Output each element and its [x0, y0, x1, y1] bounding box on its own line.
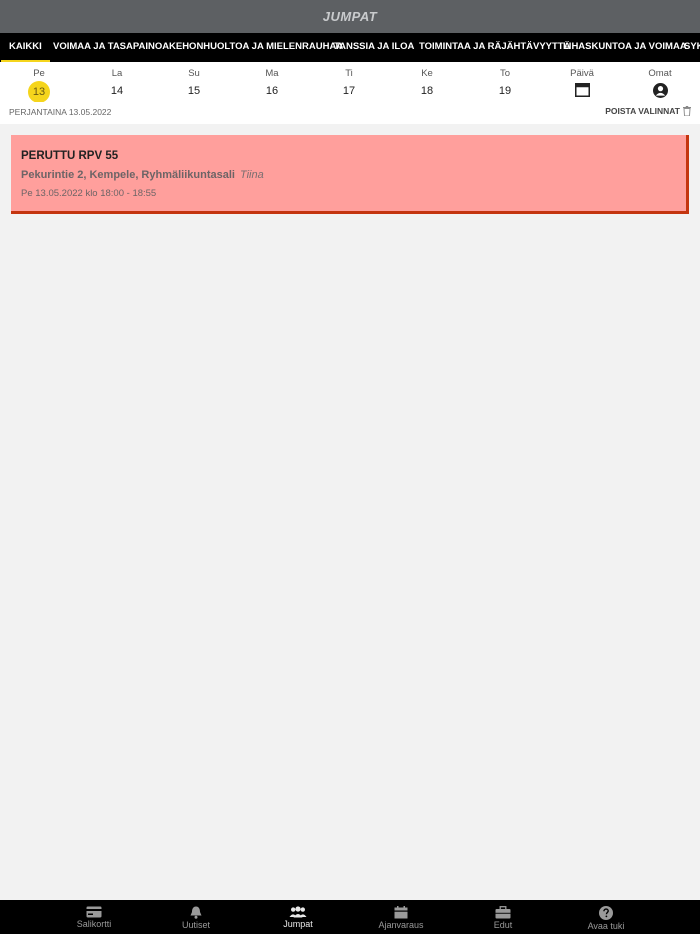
tab-kaikki[interactable]: KAIKKI [1, 33, 50, 62]
clear-selections-label: POISTA VALINNAT [605, 106, 680, 116]
tab-label: Uutiset [181, 920, 210, 930]
day-date: 18 [420, 85, 434, 97]
briefcase-icon [495, 906, 511, 919]
tab-salikortti[interactable]: Salikortti [49, 900, 139, 934]
class-title: PERUTTU RPV 55 [21, 150, 119, 162]
tab-voimaa-ja-tasapainoa[interactable]: VOIMAA JA TASAPAINOA [53, 33, 169, 62]
day-picker-label: Päivä [570, 68, 594, 79]
day-18[interactable]: Ke 18 [397, 62, 457, 102]
tab-kehonhuoltoa[interactable]: KEHONHUOLTOA JA MIELENRAUHAA [169, 33, 343, 62]
class-card[interactable]: PERUTTU RPV 55 Pekurintie 2, Kempele, Ry… [11, 135, 689, 214]
day-name: Ti [345, 68, 353, 79]
tab-label: Avaa tuki [587, 921, 625, 931]
selection-bar: PERJANTAINA 13.05.2022 POISTA VALINNAT [0, 102, 700, 124]
tab-ajanvaraus[interactable]: Ajanvaraus [356, 900, 446, 934]
tab-uutiset[interactable]: Uutiset [151, 900, 241, 934]
day-date: 19 [498, 85, 512, 97]
category-tabs: KAIKKI VOIMAA JA TASAPAINOA KEHONHUOLTOA… [0, 33, 700, 62]
tab-lihaskuntoa[interactable]: LIHASKUNTOA JA VOIMAA [563, 33, 687, 62]
class-location-text: Pekurintie 2, Kempele, Ryhmäliikuntasali [21, 169, 235, 181]
trash-icon [683, 106, 691, 116]
tab-tanssia-ja-iloa[interactable]: TANSSIA JA ILOA [334, 33, 414, 62]
day-date: 16 [265, 85, 279, 97]
day-15[interactable]: Su 15 [164, 62, 224, 102]
day-17[interactable]: Ti 17 [319, 62, 379, 102]
day-selector: Pe 13 La 14 Su 15 Ma 16 Ti 17 Ke 18 To 1… [0, 62, 700, 103]
day-name: Ke [421, 68, 433, 79]
day-name: La [111, 68, 123, 79]
tab-edut[interactable]: Edut [458, 900, 548, 934]
tab-label: Jumpat [283, 919, 313, 929]
day-date: 14 [110, 85, 124, 97]
day-name: Pe [33, 68, 45, 79]
calendar-icon [574, 83, 590, 97]
group-icon [289, 906, 307, 918]
tab-toimintaa[interactable]: TOIMINTAA JA RÄJÄHTÄVYYTTÄ [419, 33, 570, 62]
tab-jumpat[interactable]: Jumpat [253, 900, 343, 934]
tab-label: Edut [493, 920, 513, 930]
tab-syk[interactable]: SYK [684, 33, 700, 62]
user-icon [652, 83, 668, 98]
class-instructor: Tiina [239, 169, 264, 181]
tab-label: Ajanvaraus [378, 920, 424, 930]
day-14[interactable]: La 14 [87, 62, 147, 102]
day-name: To [499, 68, 511, 79]
clear-selections-button[interactable]: POISTA VALINNAT [605, 106, 691, 116]
title-bar: JUMPAT [0, 0, 700, 33]
day-date: 15 [187, 85, 201, 97]
card-icon [86, 906, 102, 918]
day-date: 17 [342, 85, 356, 97]
class-location: Pekurintie 2, Kempele, Ryhmäliikuntasali… [21, 169, 264, 181]
own-classes-button[interactable]: Omat [630, 62, 690, 102]
selected-date: PERJANTAINA 13.05.2022 [9, 107, 112, 117]
class-time: Pe 13.05.2022 klo 18:00 - 18:55 [21, 188, 157, 199]
page-title: JUMPAT [322, 9, 378, 24]
bottom-tab-bar: Salikortti Uutiset Jumpat Ajanvaraus Edu… [0, 900, 700, 934]
day-13[interactable]: Pe 13 [9, 62, 69, 103]
help-icon [599, 906, 613, 920]
day-name: Su [188, 68, 200, 79]
tab-label: Salikortti [76, 919, 112, 929]
calendar-icon [394, 906, 408, 919]
bell-icon [190, 906, 202, 919]
day-date: 13 [28, 81, 50, 103]
own-classes-label: Omat [648, 68, 672, 79]
day-16[interactable]: Ma 16 [242, 62, 302, 102]
day-name: Ma [265, 68, 279, 79]
tab-avaa-tuki[interactable]: Avaa tuki [561, 900, 651, 934]
day-19[interactable]: To 19 [475, 62, 535, 102]
day-picker-button[interactable]: Päivä [552, 62, 612, 102]
